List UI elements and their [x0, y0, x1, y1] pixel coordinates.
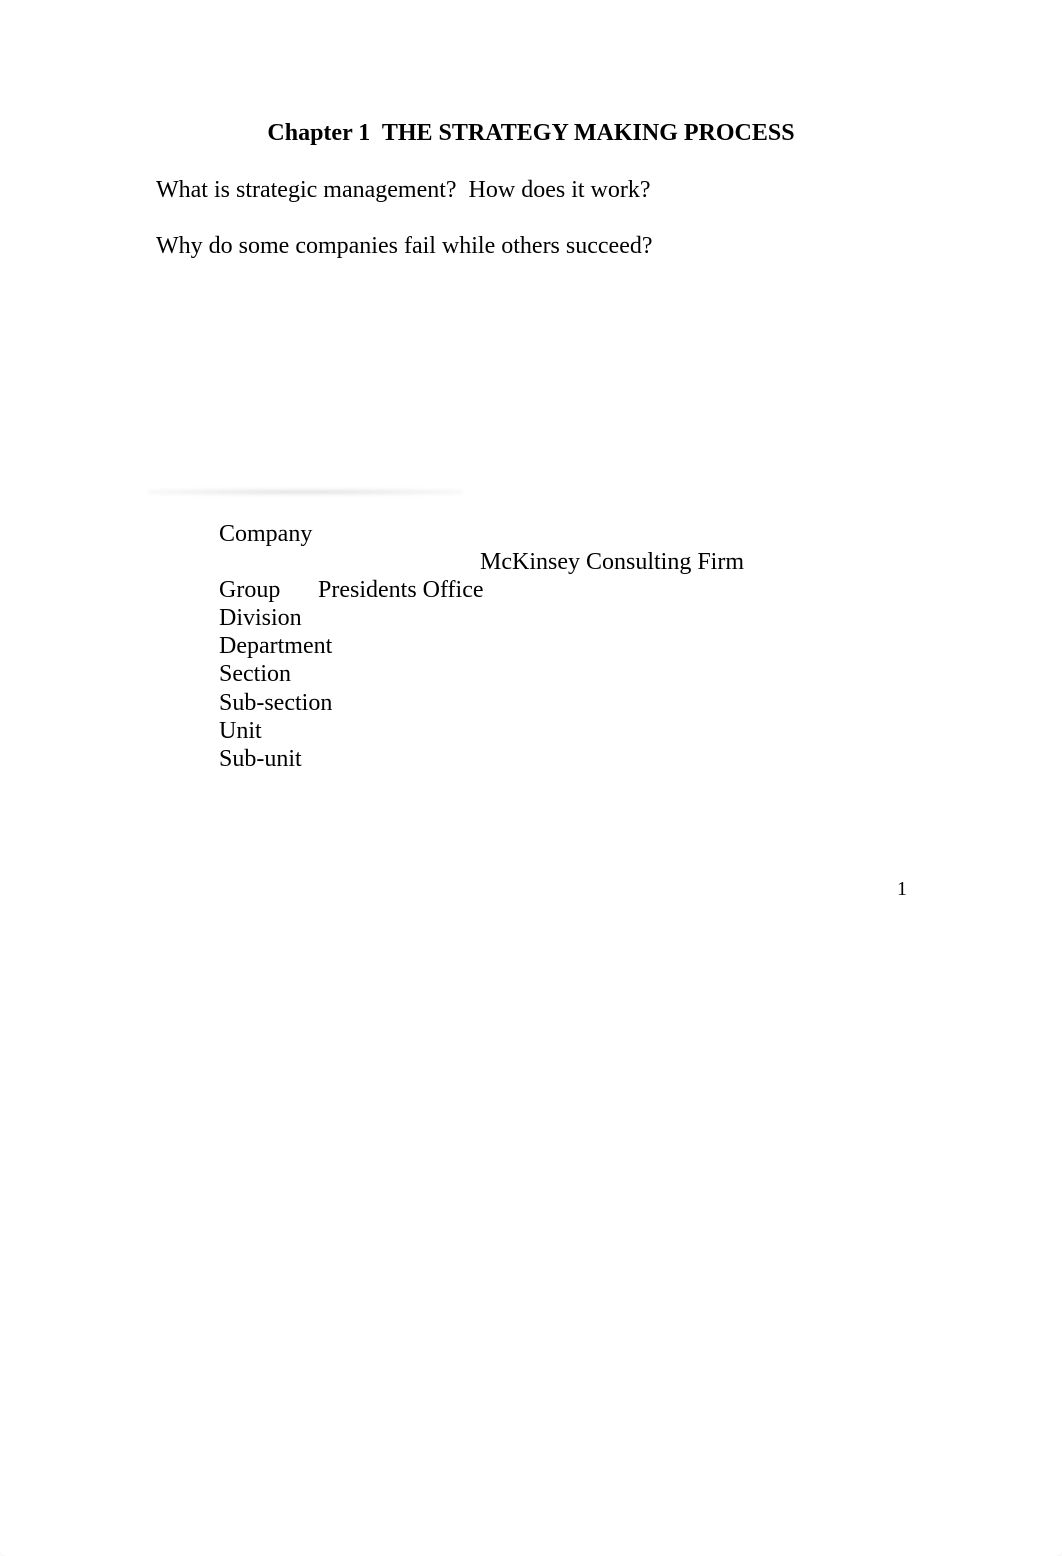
- hierarchy-consulting-firm: McKinsey Consulting Firm: [480, 549, 745, 576]
- hierarchy-level: Division: [219, 605, 302, 632]
- hierarchy-presidents-office-row: Presidents Office McKinsey Consulting Fi…: [219, 548, 744, 603]
- faded-divider: [148, 489, 462, 495]
- question-strategic-management: What is strategic management? How does i…: [156, 177, 651, 203]
- chapter-title: Chapter 1 THE STRATEGY MAKING PROCESS: [267, 120, 795, 146]
- page-number: 1: [897, 878, 907, 900]
- hierarchy-level: Unit: [219, 717, 262, 744]
- hierarchy-level: Department: [219, 633, 333, 660]
- hierarchy-company: Company: [219, 521, 313, 547]
- hierarchy-level: Section: [219, 661, 291, 688]
- hierarchy-level: Sub-section: [219, 689, 333, 716]
- document-page: Chapter 1 THE STRATEGY MAKING PROCESS Wh…: [0, 0, 1062, 1556]
- organization-hierarchy: Company Presidents Office McKinsey Consu…: [219, 520, 744, 773]
- hierarchy-level: Sub-unit: [219, 745, 302, 772]
- question-company-success: Why do some companies fail while others …: [156, 233, 653, 259]
- hierarchy-presidents-office: Presidents Office: [318, 577, 484, 604]
